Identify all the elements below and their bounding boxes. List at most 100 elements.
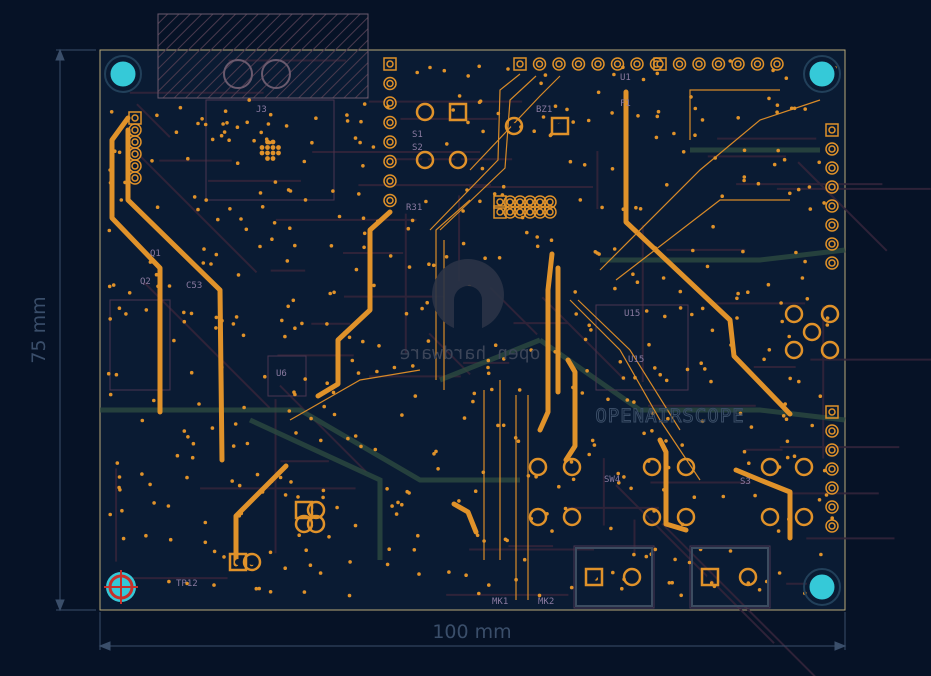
via <box>263 374 267 379</box>
via <box>335 505 339 510</box>
via <box>800 276 805 280</box>
via <box>638 207 643 211</box>
via <box>346 436 350 441</box>
pcb-layout-view: open hardware OPENAIRSCOPE U15 U15 U6 S1 S2 S… <box>0 0 931 676</box>
via <box>473 489 478 494</box>
via <box>237 514 242 518</box>
pad-hole <box>249 559 255 565</box>
via <box>182 319 187 324</box>
via <box>549 238 554 242</box>
via <box>260 205 265 209</box>
via <box>620 586 624 591</box>
via <box>486 365 490 370</box>
via <box>700 306 705 311</box>
via <box>501 423 506 428</box>
via <box>532 129 536 133</box>
component-label: U1 <box>620 73 631 83</box>
via <box>513 436 518 440</box>
via <box>618 360 623 364</box>
via <box>780 319 784 324</box>
via <box>216 217 220 222</box>
via <box>203 122 208 127</box>
via <box>155 113 159 118</box>
pad-hole <box>511 123 517 129</box>
pad-hole <box>801 514 807 520</box>
via <box>385 562 390 567</box>
via <box>555 317 560 321</box>
via <box>296 495 300 499</box>
pad-hole <box>455 157 461 163</box>
pad-hole <box>827 311 833 317</box>
via <box>354 267 359 272</box>
via <box>343 330 347 335</box>
via <box>742 175 747 179</box>
header-left-hole <box>386 99 394 107</box>
via <box>497 255 502 260</box>
header-top-mid-hole <box>574 60 583 68</box>
via <box>415 70 420 75</box>
via <box>210 426 215 430</box>
via <box>633 375 637 380</box>
via <box>658 372 662 377</box>
via <box>461 241 466 246</box>
width-dimension-label: 100 mm <box>432 621 511 643</box>
via <box>746 290 750 295</box>
component-label: F1 <box>620 99 631 109</box>
via <box>653 246 658 250</box>
via <box>353 136 358 140</box>
via <box>516 439 521 444</box>
via <box>492 192 497 196</box>
pad-hole <box>535 464 541 470</box>
component-label: MK1 <box>492 597 508 607</box>
via <box>522 557 527 562</box>
via <box>361 339 365 344</box>
via <box>808 207 813 211</box>
via <box>152 501 156 505</box>
via <box>818 394 823 399</box>
via <box>230 479 234 483</box>
header-row-a-hole <box>506 198 514 206</box>
via <box>444 254 449 259</box>
via <box>373 447 378 452</box>
via <box>464 573 468 577</box>
project-name-text: OPENAIRSCOPE <box>595 405 744 427</box>
via <box>571 385 575 390</box>
via <box>272 221 277 225</box>
via <box>689 95 693 99</box>
via <box>471 399 475 404</box>
via <box>222 130 227 134</box>
via <box>742 178 746 183</box>
component-label: U6 <box>276 369 287 379</box>
via <box>220 365 224 370</box>
via <box>767 348 772 352</box>
via <box>285 259 290 263</box>
via <box>655 71 660 76</box>
via <box>291 298 296 303</box>
via <box>150 159 154 163</box>
component-label: J3 <box>256 105 267 115</box>
via <box>220 318 224 323</box>
via <box>613 286 617 291</box>
via <box>200 117 204 121</box>
via <box>115 461 120 465</box>
header-row-b-hole <box>496 208 504 216</box>
via <box>663 314 667 319</box>
via <box>609 526 613 531</box>
via <box>410 218 415 223</box>
component-label: U15 <box>624 309 640 319</box>
header-right-upper-hole <box>828 221 836 229</box>
via <box>108 317 112 321</box>
via <box>308 563 313 567</box>
via <box>777 571 782 575</box>
via <box>182 310 186 315</box>
via <box>167 284 172 288</box>
via <box>331 189 335 193</box>
component-label: SW4 <box>604 475 620 485</box>
via <box>244 227 249 232</box>
via <box>787 334 791 339</box>
via <box>303 198 308 202</box>
via <box>490 387 494 392</box>
via <box>328 291 333 296</box>
via <box>332 412 337 417</box>
via <box>154 272 159 277</box>
